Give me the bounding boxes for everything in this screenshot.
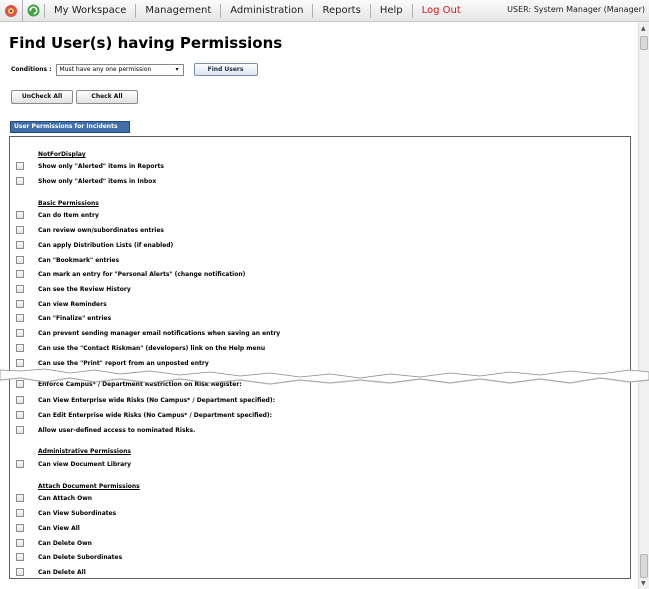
permission-checkbox[interactable] xyxy=(16,300,24,308)
permission-checkbox[interactable] xyxy=(16,553,24,561)
nav-my-workspace[interactable]: My Workspace xyxy=(44,3,135,18)
group-heading-basic-permissions: Basic Permissions xyxy=(38,200,99,207)
permission-label: Can View Subordinates xyxy=(38,510,117,517)
group-heading-attach-document-permissions: Attach Document Permissions xyxy=(38,483,140,490)
permissions-list: NotForDisplay Show only "Alerted" items … xyxy=(9,136,631,579)
conditions-label: Conditions : xyxy=(11,66,52,73)
permission-checkbox[interactable] xyxy=(16,494,24,502)
chevron-down-icon: ▾ xyxy=(175,65,179,73)
conditions-select[interactable]: Must have any one permission ▾ xyxy=(55,63,184,76)
scroll-up-arrow-icon[interactable]: ▲ xyxy=(641,25,646,32)
permission-checkbox[interactable] xyxy=(16,270,24,278)
permission-label: Can see the Review History xyxy=(38,286,131,293)
torn-edge-divider xyxy=(0,368,649,385)
app-logo-icon[interactable] xyxy=(0,0,22,22)
permission-checkbox[interactable] xyxy=(16,411,24,419)
permission-checkbox[interactable] xyxy=(16,539,24,547)
permission-checkbox[interactable] xyxy=(16,211,24,219)
scrollbar-thumb-top[interactable] xyxy=(640,36,648,50)
permission-label: Can Delete Subordinates xyxy=(38,554,123,561)
permission-label: Can Attach Own xyxy=(38,495,93,502)
permission-checkbox[interactable] xyxy=(16,226,24,234)
current-user-label: USER: System Manager (Manager) xyxy=(507,5,645,14)
refresh-icon[interactable] xyxy=(22,0,44,22)
find-users-button[interactable]: Find Users xyxy=(193,63,258,76)
permission-label: Can View All xyxy=(38,525,80,532)
nav-log-out[interactable]: Log Out xyxy=(411,3,470,18)
permission-label: Can "Bookmark" entries xyxy=(38,257,120,264)
conditions-row: Conditions : Must have any one permissio… xyxy=(11,63,258,76)
permission-checkbox[interactable] xyxy=(16,162,24,170)
permission-checkbox[interactable] xyxy=(16,524,24,532)
permission-label: Can view Document Library xyxy=(38,461,132,468)
vertical-scrollbar[interactable]: ▲ ▼ xyxy=(638,22,649,589)
permission-label: Can do Item entry xyxy=(38,212,99,219)
page-title: Find User(s) having Permissions xyxy=(9,34,283,52)
permission-label: Can "Finalize" entries xyxy=(38,315,112,322)
permission-checkbox[interactable] xyxy=(16,329,24,337)
permission-label: Show only "Alerted" items in Reports xyxy=(38,163,164,170)
check-buttons: UnCheck All Check All xyxy=(11,90,138,104)
permission-label: Can view Reminders xyxy=(38,301,107,308)
permission-label: Can Delete All xyxy=(38,569,86,576)
permission-label: Can use the "Contact Riskman" (developer… xyxy=(38,345,266,352)
permission-checkbox[interactable] xyxy=(16,256,24,264)
permission-label: Can prevent sending manager email notifi… xyxy=(38,330,281,337)
permission-label: Can Edit Enterprise wide Risks (No Campu… xyxy=(38,412,273,419)
permission-label: Can Delete Own xyxy=(38,540,92,547)
permission-label: Can apply Distribution Lists (if enabled… xyxy=(38,242,174,249)
permission-label: Show only "Alerted" items in Inbox xyxy=(38,178,157,185)
group-heading-administrative-permissions: Administrative Permissions xyxy=(38,448,131,455)
permission-label: Can View Enterprise wide Risks (No Campu… xyxy=(38,397,275,404)
nav-administration[interactable]: Administration xyxy=(220,3,312,18)
permission-checkbox[interactable] xyxy=(16,344,24,352)
permission-checkbox[interactable] xyxy=(16,285,24,293)
scrollbar-thumb-bottom[interactable] xyxy=(640,554,648,578)
permission-checkbox[interactable] xyxy=(16,568,24,576)
permission-label: Allow user-defined access to nominated R… xyxy=(38,427,196,434)
group-heading-notfordisplay: NotForDisplay xyxy=(38,151,86,158)
permission-checkbox[interactable] xyxy=(16,396,24,404)
permission-checkbox[interactable] xyxy=(16,241,24,249)
permission-label: Can mark an entry for "Personal Alerts" … xyxy=(38,271,246,278)
permission-checkbox[interactable] xyxy=(16,509,24,517)
uncheck-all-button[interactable]: UnCheck All xyxy=(11,90,73,104)
conditions-select-value: Must have any one permission xyxy=(59,65,152,73)
permission-checkbox[interactable] xyxy=(16,460,24,468)
nav-reports[interactable]: Reports xyxy=(312,3,369,18)
nav-help[interactable]: Help xyxy=(369,3,412,18)
permission-checkbox[interactable] xyxy=(16,314,24,322)
nav-management[interactable]: Management xyxy=(135,3,220,18)
scroll-down-arrow-icon[interactable]: ▼ xyxy=(641,580,646,587)
top-navigation-bar: My Workspace Management Administration R… xyxy=(0,0,649,22)
permission-checkbox[interactable] xyxy=(16,177,24,185)
tab-user-permissions-incidents[interactable]: User Permissions for Incidents xyxy=(10,121,130,133)
permission-label: Can review own/subordinates entries xyxy=(38,227,164,234)
check-all-button[interactable]: Check All xyxy=(76,90,138,104)
permission-checkbox[interactable] xyxy=(16,426,24,434)
